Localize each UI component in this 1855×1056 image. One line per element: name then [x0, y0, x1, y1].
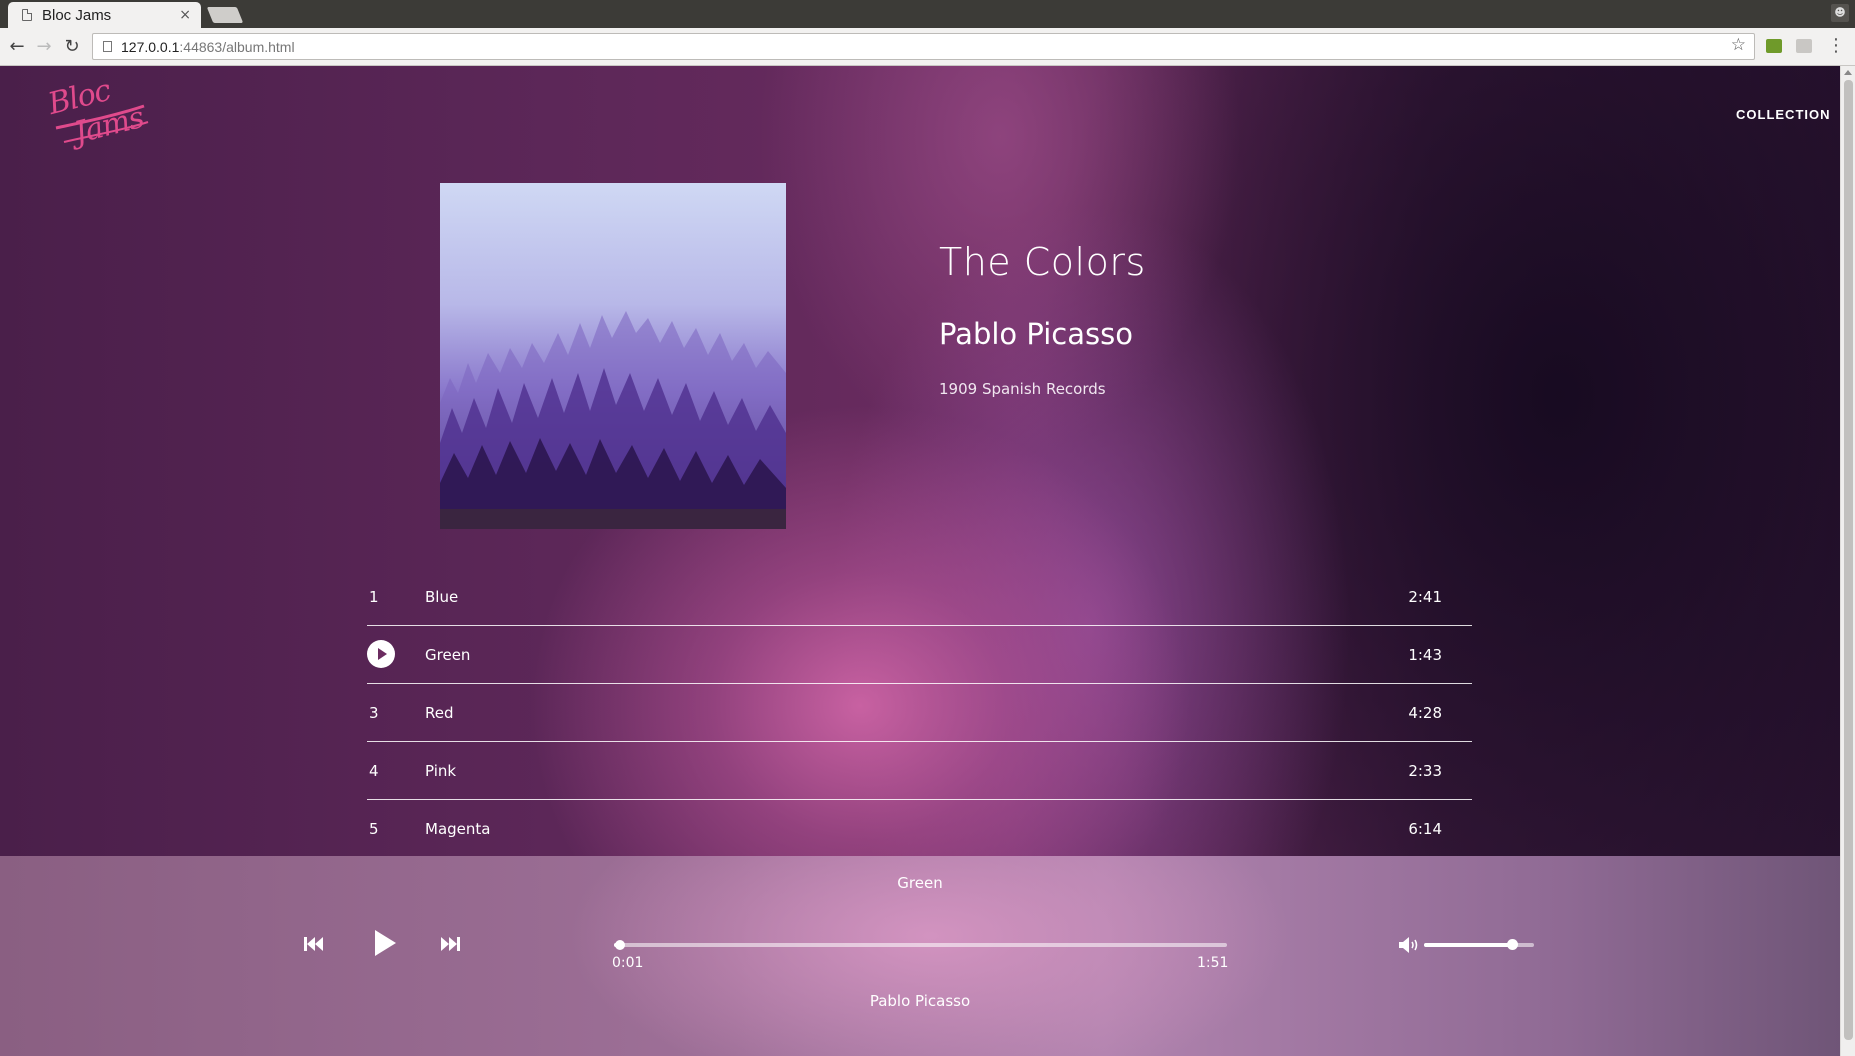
url-path: :44863/album.html: [179, 38, 295, 55]
browser-tab-bar: Bloc Jams × ☻: [0, 0, 1855, 28]
extension-cast-icon[interactable]: [1796, 39, 1812, 53]
song-number: 1: [369, 588, 379, 606]
player-bar: Green 0:01 1:51 Pablo Picasso: [0, 856, 1840, 1056]
song-title: Blue: [425, 588, 459, 606]
total-time: 1:51: [1197, 955, 1229, 971]
song-duration: 6:14: [1408, 820, 1442, 838]
song-number: 5: [369, 820, 379, 838]
scrollbar-thumb[interactable]: [1844, 80, 1853, 1040]
page-icon: [103, 41, 112, 52]
song-title: Magenta: [425, 820, 491, 838]
song-list: 1 Blue 2:41 Green 1:43 3 Red 4:28 4 Pink…: [367, 568, 1472, 858]
song-number: 3: [369, 704, 379, 722]
browser-tab[interactable]: Bloc Jams ×: [8, 2, 201, 28]
song-duration: 2:41: [1408, 588, 1442, 606]
scroll-up-arrow-icon[interactable]: [1844, 70, 1852, 75]
page-icon: [22, 9, 32, 21]
current-time: 0:01: [612, 955, 644, 971]
extension-monitor-icon[interactable]: [1766, 39, 1782, 53]
volume-icon[interactable]: [1399, 937, 1421, 953]
page-scrollbar[interactable]: [1840, 66, 1855, 1056]
song-number: 4: [369, 762, 379, 780]
now-playing-song-name: Green: [897, 874, 943, 892]
volume-bar-fill: [1424, 943, 1512, 947]
tab-close-icon[interactable]: ×: [179, 7, 191, 23]
back-arrow-icon[interactable]: ←: [6, 36, 28, 58]
album-cover-art: [440, 183, 786, 529]
seek-bar-thumb[interactable]: [615, 940, 626, 950]
album-release-info: 1909 Spanish Records: [939, 380, 1106, 398]
album-cover-forest-image: [440, 183, 786, 529]
address-bar[interactable]: 127.0.0.1:44863/album.html ☆: [92, 33, 1755, 60]
seek-bar[interactable]: [614, 940, 1227, 950]
song-row-4[interactable]: 4 Pink 2:33: [367, 742, 1472, 800]
url-host: 127.0.0.1: [121, 38, 180, 55]
profile-icon[interactable]: ☻: [1831, 4, 1849, 22]
volume-bar-thumb[interactable]: [1507, 939, 1518, 950]
menu-kebab-icon[interactable]: ⋮: [1827, 36, 1845, 56]
nav-collection-link[interactable]: COLLECTION: [1736, 107, 1831, 122]
bloc-jams-logo[interactable]: Bloc Jams: [44, 73, 154, 151]
album-title: The Colors: [939, 240, 1146, 284]
song-row-3[interactable]: 3 Red 4:28: [367, 684, 1472, 742]
logo-swash: [55, 104, 149, 143]
next-track-icon[interactable]: [440, 936, 460, 952]
song-title: Green: [425, 646, 471, 664]
browser-toolbar: ← → ↻ 127.0.0.1:44863/album.html ☆ ⋮: [0, 28, 1855, 66]
album-artist: Pablo Picasso: [939, 317, 1133, 351]
page-viewport: Bloc Jams COLLECTION The Colors Pablo Pi…: [0, 66, 1840, 1056]
song-row-5[interactable]: 5 Magenta 6:14: [367, 800, 1472, 858]
tab-title: Bloc Jams: [42, 6, 112, 24]
song-duration: 2:33: [1408, 762, 1442, 780]
song-row-1[interactable]: 1 Blue 2:41: [367, 568, 1472, 626]
reload-icon[interactable]: ↻: [61, 36, 83, 58]
previous-track-icon[interactable]: [304, 936, 324, 952]
song-duration: 1:43: [1408, 646, 1442, 664]
now-playing-artist-name: Pablo Picasso: [869, 992, 971, 1010]
song-title: Red: [425, 704, 454, 722]
forward-arrow-icon[interactable]: →: [33, 36, 55, 58]
play-pause-icon[interactable]: [373, 929, 397, 957]
bookmark-star-icon[interactable]: ☆: [1731, 35, 1746, 55]
song-duration: 4:28: [1408, 704, 1442, 722]
volume-bar[interactable]: [1424, 939, 1534, 950]
song-title: Pink: [425, 762, 457, 780]
song-row-2[interactable]: Green 1:43: [367, 626, 1472, 684]
new-tab-button[interactable]: [206, 7, 244, 23]
song-play-button-icon[interactable]: [367, 640, 395, 668]
